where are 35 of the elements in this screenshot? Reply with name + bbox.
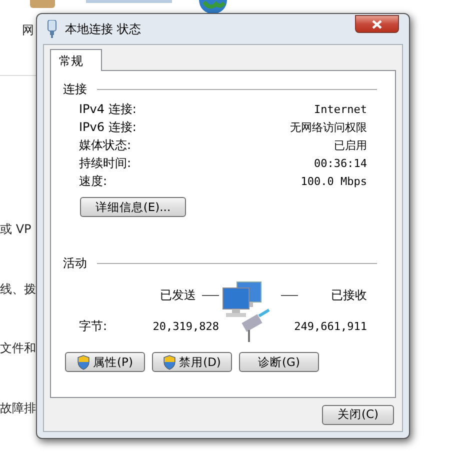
section-title: 连接 — [63, 81, 87, 98]
window-title: 本地连接 状态 — [65, 20, 142, 38]
shield-icon — [163, 354, 176, 370]
action-button[interactable]: 属性(P) — [65, 352, 145, 372]
field-label: IPv6 连接: — [79, 120, 138, 135]
shield-icon — [77, 354, 90, 370]
field-label: IPv4 连接: — [79, 102, 138, 117]
tab[interactable]: 常规 — [50, 49, 102, 71]
close-button[interactable] — [355, 15, 399, 33]
globe-icon — [198, 0, 228, 16]
bytes-received-value: 249,661,911 — [293, 320, 367, 333]
background-text: 故障排 — [0, 400, 36, 417]
field-value: 100.0 Mbps — [300, 174, 367, 189]
field-label: 媒体状态: — [79, 138, 132, 153]
close-icon — [372, 20, 382, 28]
field-value: Internet — [313, 102, 367, 117]
field-label: 速度: — [79, 174, 108, 189]
background-text: 网 — [22, 22, 34, 39]
background-text: 或 VP — [0, 221, 32, 238]
field-value: 无网络访问权限 — [290, 120, 367, 135]
action-button[interactable]: 诊断(G) — [239, 352, 319, 372]
field-label: 持续时间: — [79, 156, 132, 171]
background-text: 线、拨 — [0, 281, 36, 298]
section-title: 活动 — [63, 255, 87, 272]
close-dialog-button[interactable]: 关闭(C) — [322, 404, 394, 424]
bytes-label: 字节: — [79, 318, 108, 335]
plug-icon — [47, 20, 57, 38]
action-button[interactable]: 禁用(D) — [152, 352, 232, 372]
bytes-sent-value: 20,319,828 — [152, 320, 219, 333]
details-button[interactable]: 详细信息(E)... — [80, 197, 186, 217]
background-text: 文件和 — [0, 340, 36, 357]
field-value: 已启用 — [333, 138, 367, 153]
field-value: 00:36:14 — [313, 156, 367, 171]
sent-label: 已发送 — [160, 287, 196, 304]
received-label: 已接收 — [331, 287, 367, 304]
